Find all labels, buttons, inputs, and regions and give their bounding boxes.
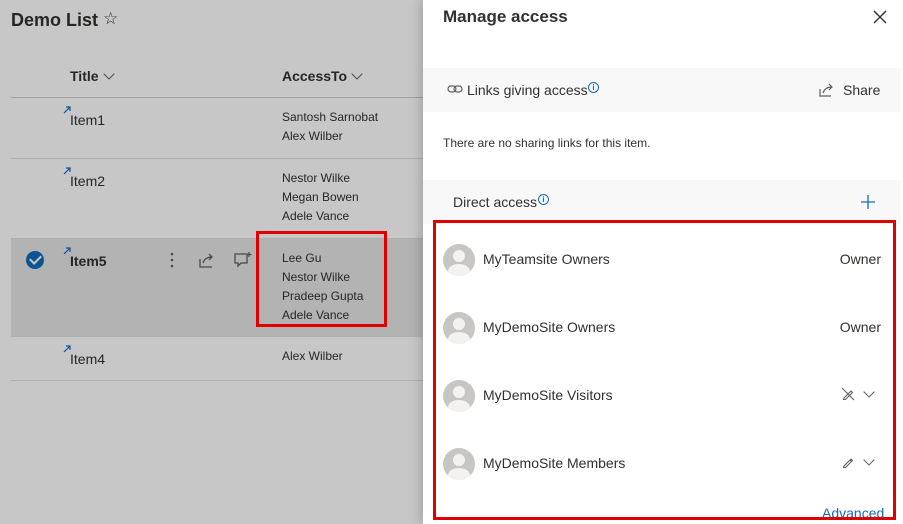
add-icon[interactable] (859, 193, 877, 211)
highlight-box-accessto (256, 231, 387, 327)
links-section-label: Links giving access (467, 82, 588, 98)
link-icon (447, 85, 463, 93)
share-button-label: Share (843, 82, 881, 98)
info-icon[interactable]: i (538, 194, 549, 205)
share-button[interactable]: Share (819, 82, 880, 98)
share-icon (819, 83, 833, 97)
direct-access-section-header: Direct access i (423, 180, 901, 224)
no-links-message: There are no sharing links for this item… (443, 136, 651, 150)
info-icon[interactable]: i (588, 82, 599, 93)
panel-title: Manage access (443, 7, 568, 26)
links-section-header: Links giving access i Share (423, 68, 901, 112)
close-icon[interactable] (871, 8, 889, 26)
highlight-box-direct-access (433, 220, 896, 520)
direct-access-label: Direct access (453, 194, 538, 210)
